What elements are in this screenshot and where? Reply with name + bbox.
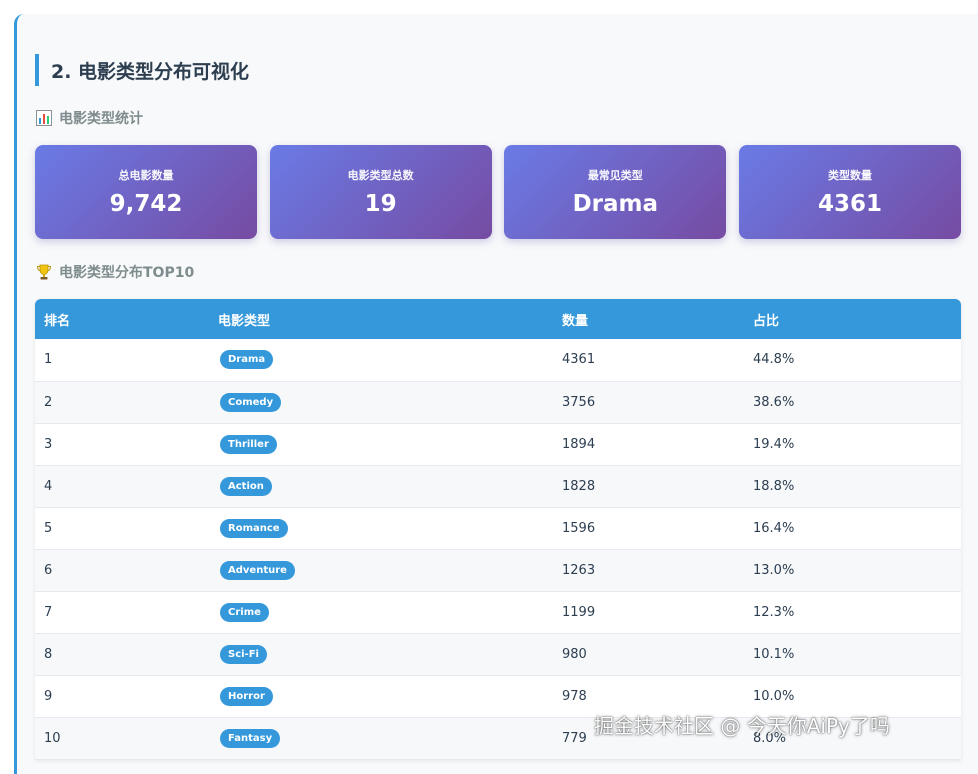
genre-badge: Thriller (220, 434, 277, 454)
stats-cards: 总电影数量 9,742 电影类型总数 19 最常见类型 Drama 类型数量 4… (35, 145, 961, 239)
stat-value: Drama (572, 191, 659, 217)
content-panel: 2. 电影类型分布可视化 电影类型统计 总电影数量 9,742 电影类型总数 1… (14, 14, 978, 774)
stats-subtitle: 电影类型统计 (35, 108, 143, 128)
cell-rank: 5 (44, 520, 53, 536)
cell-rank: 8 (44, 646, 53, 662)
table-header-row: 排名 电影类型 数量 占比 (35, 299, 961, 339)
cell-count: 1263 (562, 562, 596, 578)
table-row: 5 Romance 1596 16.4% (35, 507, 961, 549)
header-count: 数量 (562, 313, 589, 329)
table-row: 3 Thriller 1894 19.4% (35, 423, 961, 465)
stat-value: 19 (364, 191, 397, 217)
top10-subtitle: 电影类型分布TOP10 (35, 262, 194, 282)
cell-rank: 6 (44, 562, 53, 578)
cell-genre: Drama (209, 339, 553, 381)
genre-badge: Comedy (220, 392, 282, 412)
stat-label: 最常见类型 (587, 169, 643, 182)
stat-label: 类型数量 (827, 169, 872, 182)
cell-genre: Adventure (209, 549, 553, 591)
cell-genre: Sci-Fi (209, 633, 553, 675)
cell-count: 1596 (562, 520, 596, 536)
cell-count: 4361 (562, 352, 596, 368)
bar-chart-icon (35, 109, 53, 127)
cell-rank: 10 (44, 730, 61, 746)
stat-card-total-movies: 总电影数量 9,742 (35, 145, 257, 239)
top10-subtitle-text: 电影类型分布TOP10 (59, 265, 195, 281)
cell-genre: Comedy (209, 381, 553, 423)
cell-rank: 9 (44, 688, 53, 704)
cell-ratio: 10.1% (753, 646, 795, 662)
cell-rank: 2 (44, 394, 53, 410)
cell-ratio: 19.4% (753, 436, 795, 452)
cell-rank: 1 (44, 352, 53, 368)
cell-genre: Fantasy (209, 717, 553, 759)
cell-ratio: 38.6% (753, 394, 795, 410)
cell-ratio: 16.4% (753, 520, 795, 536)
header-ratio: 占比 (753, 313, 780, 329)
table-row: 6 Adventure 1263 13.0% (35, 549, 961, 591)
table-row: 1 Drama 4361 44.8% (35, 339, 961, 381)
genre-badge: Romance (220, 518, 288, 538)
table-row: 2 Comedy 3756 38.6% (35, 381, 961, 423)
cell-genre: Action (209, 465, 553, 507)
stat-value: 4361 (817, 191, 882, 217)
table-row: 7 Crime 1199 12.3% (35, 591, 961, 633)
watermark: 掘金技术社区 @ 今天你AiPy了吗 (594, 714, 890, 738)
genre-badge: Drama (220, 350, 274, 370)
table-row: 4 Action 1828 18.8% (35, 465, 961, 507)
section-title-text: 2. 电影类型分布可视化 (51, 60, 250, 83)
cell-count: 1828 (562, 478, 596, 494)
cell-ratio: 12.3% (753, 604, 795, 620)
trophy-icon (35, 263, 53, 281)
stat-label: 总电影数量 (118, 169, 174, 182)
stat-card-genre-count: 类型数量 4361 (738, 145, 961, 239)
stats-subtitle-text: 电影类型统计 (59, 111, 143, 127)
genre-badge: Fantasy (220, 728, 281, 748)
stat-label: 电影类型总数 (347, 169, 414, 182)
genre-badge: Action (220, 476, 272, 496)
header-genre: 电影类型 (218, 313, 271, 329)
genre-badge: Sci-Fi (220, 644, 267, 664)
table-row: 8 Sci-Fi 980 10.1% (35, 633, 961, 675)
cell-ratio: 18.8% (753, 478, 795, 494)
cell-genre: Thriller (209, 423, 553, 465)
cell-ratio: 13.0% (753, 562, 795, 578)
cell-count: 1199 (562, 604, 596, 620)
cell-genre: Horror (209, 675, 553, 717)
cell-count: 3756 (562, 394, 596, 410)
cell-genre: Crime (209, 591, 553, 633)
cell-count: 1894 (562, 436, 596, 452)
stat-value: 9,742 (109, 191, 183, 217)
cell-rank: 7 (44, 604, 53, 620)
cell-ratio: 44.8% (753, 352, 795, 368)
cell-rank: 4 (44, 478, 53, 494)
stat-card-most-common: 最常见类型 Drama (504, 145, 727, 239)
cell-count: 980 (562, 646, 587, 662)
cell-rank: 3 (44, 436, 53, 452)
stat-card-genre-total: 电影类型总数 19 (269, 145, 492, 239)
genre-badge: Adventure (220, 560, 295, 580)
cell-genre: Romance (209, 507, 553, 549)
header-rank: 排名 (44, 313, 71, 329)
genre-badge: Horror (220, 686, 273, 706)
genre-table: 排名 电影类型 数量 占比 1 Drama 4361 44.8% 2 Comed… (35, 299, 961, 760)
genre-badge: Crime (220, 602, 269, 622)
section-title: 2. 电影类型分布可视化 (35, 54, 249, 86)
